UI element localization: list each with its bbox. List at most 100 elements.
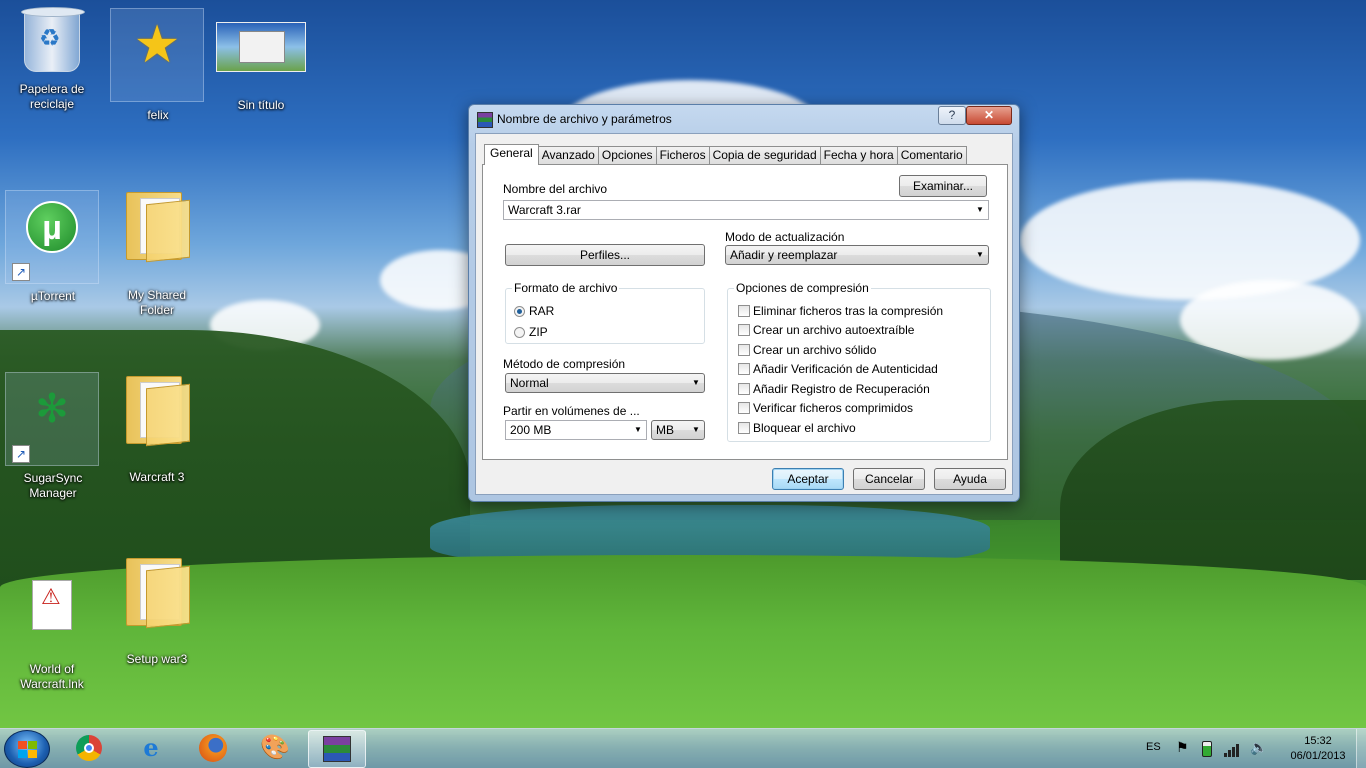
tab-copia-de-seguridad[interactable]: Copia de seguridad	[708, 146, 821, 165]
option-solid-archive[interactable]: Crear un archivo sólido	[738, 343, 876, 357]
tab-fecha-y-hora[interactable]: Fecha y hora	[819, 146, 898, 165]
help-button[interactable]: Ayuda	[934, 468, 1006, 490]
checkbox-icon	[738, 305, 750, 317]
compression-options-label: Opciones de compresión	[734, 281, 871, 295]
folder-icon	[126, 188, 190, 263]
desktop-icon-label: felix	[147, 108, 169, 122]
battery-icon[interactable]	[1202, 741, 1212, 757]
folder-icon	[126, 554, 190, 629]
tab-strip: General Avanzado Opciones Ficheros Copia…	[484, 144, 967, 165]
chevron-down-icon[interactable]: ▼	[630, 421, 646, 439]
split-volumes-label: Partir en volúmenes de ...	[503, 404, 640, 418]
option-test-files[interactable]: Verificar ficheros comprimidos	[738, 401, 913, 415]
compression-method-select[interactable]: Normal ▼	[505, 373, 705, 393]
option-label: Crear un archivo autoextraíble	[753, 323, 915, 337]
volume-icon[interactable]: 🔈	[1250, 739, 1267, 768]
checkbox-icon	[738, 363, 750, 375]
help-icon[interactable]: ?	[938, 106, 966, 125]
option-label: Eliminar ficheros tras la compresión	[753, 304, 944, 318]
chrome-icon	[76, 735, 102, 761]
desktop-icon-setup-war3[interactable]: Setup war3	[110, 554, 204, 674]
shortcut-arrow-icon: ↗	[12, 445, 30, 463]
pdf-file-icon	[32, 580, 72, 630]
start-button[interactable]	[4, 730, 50, 768]
image-thumbnail-icon	[216, 22, 306, 72]
taskbar-chrome[interactable]	[60, 730, 118, 768]
radio-label: RAR	[529, 304, 555, 318]
desktop-icon-label: My Shared Folder	[127, 288, 187, 317]
chevron-down-icon[interactable]: ▼	[972, 201, 988, 219]
option-delete-files[interactable]: Eliminar ficheros tras la compresión	[738, 304, 943, 318]
system-clock[interactable]: 15:32 06/01/2013	[1290, 734, 1346, 764]
desktop-icon-label: Warcraft 3	[129, 470, 185, 484]
archive-parameters-dialog: Nombre de archivo y parámetros ? ✕ Gener…	[468, 104, 1020, 502]
chevron-down-icon: ▼	[692, 425, 700, 434]
split-volumes-value: 200 MB	[510, 423, 552, 437]
desktop-icon-felix[interactable]: ★ felix	[110, 8, 204, 122]
compression-method-value: Normal	[510, 376, 549, 390]
flag-icon[interactable]: ⚑	[1176, 739, 1189, 768]
filename-value: Warcraft 3.rar	[508, 203, 581, 217]
format-radio-zip[interactable]: ZIP	[514, 325, 548, 339]
desktop-icon-world-of-warcraft[interactable]: World of Warcraft.lnk	[5, 572, 99, 691]
general-tab-panel: Nombre del archivo Examinar... Warcraft …	[482, 164, 1008, 460]
filename-combobox[interactable]: Warcraft 3.rar ▼	[503, 200, 989, 220]
tab-general[interactable]: General	[484, 144, 539, 165]
update-mode-value: Añadir y reemplazar	[730, 248, 838, 262]
option-label: Añadir Registro de Recuperación	[753, 382, 930, 396]
desktop-icon-utorrent[interactable]: µ ↗ µTorrent	[5, 190, 99, 303]
desktop-icon-label: World of Warcraft.lnk	[20, 662, 84, 691]
taskbar-paint[interactable]: 🎨	[246, 730, 304, 768]
format-group: Formato de archivo RAR ZIP	[505, 281, 705, 344]
checkbox-icon	[738, 383, 750, 395]
chevron-down-icon: ▼	[692, 378, 700, 387]
dialog-titlebar[interactable]: Nombre de archivo y parámetros ? ✕	[469, 105, 1019, 133]
dialog-title: Nombre de archivo y parámetros	[497, 112, 672, 126]
network-icon[interactable]	[1224, 743, 1240, 757]
format-radio-rar[interactable]: RAR	[514, 304, 554, 318]
option-authenticity[interactable]: Añadir Verificación de Autenticidad	[738, 362, 938, 376]
option-lock-archive[interactable]: Bloquear el archivo	[738, 421, 856, 435]
tab-comentario[interactable]: Comentario	[896, 146, 967, 165]
desktop-icon-my-shared-folder[interactable]: My Shared Folder	[110, 188, 204, 317]
option-self-extracting[interactable]: Crear un archivo autoextraíble	[738, 323, 914, 337]
dialog-client-area: General Avanzado Opciones Ficheros Copia…	[475, 133, 1013, 495]
split-unit-select[interactable]: MB ▼	[651, 420, 705, 440]
language-indicator[interactable]: ES	[1146, 741, 1161, 768]
format-group-label: Formato de archivo	[512, 281, 620, 295]
split-volumes-combobox[interactable]: 200 MB ▼	[505, 420, 647, 440]
ok-button[interactable]: Aceptar	[772, 468, 844, 490]
update-mode-select[interactable]: Añadir y reemplazar ▼	[725, 245, 989, 265]
option-recovery-record[interactable]: Añadir Registro de Recuperación	[738, 382, 930, 396]
desktop-icon-warcraft-3[interactable]: Warcraft 3	[110, 372, 204, 492]
desktop-icon-recycle-bin[interactable]: Papelera de reciclaje	[5, 4, 99, 134]
radio-selected-icon	[514, 306, 525, 317]
windows-logo-icon	[18, 741, 38, 759]
paint-icon: 🎨	[260, 734, 290, 761]
compression-options-group: Opciones de compresión Eliminar ficheros…	[727, 281, 991, 442]
tab-opciones[interactable]: Opciones	[597, 146, 657, 165]
profiles-button[interactable]: Perfiles...	[505, 244, 705, 266]
internet-explorer-icon: e	[143, 733, 159, 762]
taskbar-winrar[interactable]	[308, 730, 366, 768]
taskbar-firefox[interactable]	[184, 730, 242, 768]
shortcut-arrow-icon: ↗	[12, 263, 30, 281]
browse-button[interactable]: Examinar...	[899, 175, 987, 197]
option-label: Añadir Verificación de Autenticidad	[753, 362, 938, 376]
compression-method-label: Método de compresión	[503, 357, 626, 371]
desktop-icon-label: SugarSync Manager	[23, 471, 83, 500]
taskbar-internet-explorer[interactable]: e	[122, 730, 180, 768]
desktop-icon-sugarsync[interactable]: ✻ ↗ SugarSync Manager	[5, 372, 99, 500]
split-unit-value: MB	[656, 423, 674, 437]
cancel-button[interactable]: Cancelar	[853, 468, 925, 490]
desktop-icon-sin-titulo[interactable]: Sin título	[214, 8, 308, 128]
show-desktop-button[interactable]	[1356, 729, 1366, 768]
tab-ficheros[interactable]: Ficheros	[655, 146, 710, 165]
firefox-icon	[199, 734, 227, 762]
filename-label: Nombre del archivo	[503, 182, 608, 196]
desktop-icon-label: µTorrent	[30, 289, 76, 303]
radio-label: ZIP	[529, 325, 548, 339]
clock-time: 15:32	[1304, 735, 1332, 747]
close-icon[interactable]: ✕	[966, 106, 1012, 125]
tab-avanzado[interactable]: Avanzado	[537, 146, 599, 165]
